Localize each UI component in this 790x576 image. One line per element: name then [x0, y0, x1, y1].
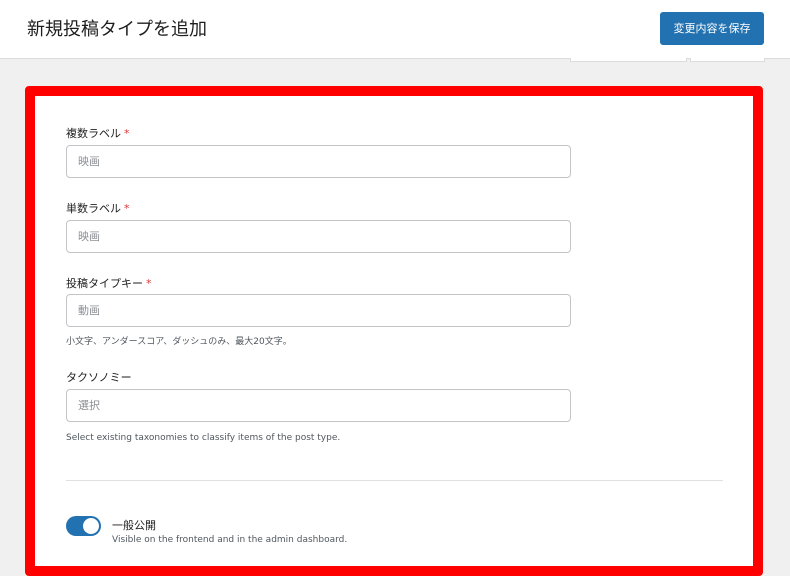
post-type-key-help: 小文字、アンダースコア、ダッシュのみ、最大20文字。 [66, 337, 292, 347]
required-marker: * [124, 127, 130, 140]
plural-label-title: 複数ラベル * [66, 125, 130, 141]
plural-label-input[interactable] [66, 145, 571, 178]
singular-label-text: 単数ラベル [66, 202, 121, 215]
hidden-tab [570, 58, 687, 62]
plural-label-text: 複数ラベル [66, 127, 121, 140]
hidden-tab [690, 58, 765, 62]
taxonomies-select[interactable] [66, 389, 571, 422]
required-marker: * [124, 202, 130, 215]
post-type-key-input[interactable] [66, 294, 571, 327]
post-type-key-text: 投稿タイプキー [66, 277, 143, 290]
public-toggle-label: 一般公開 [112, 519, 156, 532]
post-type-key-title: 投稿タイプキー * [66, 275, 152, 291]
singular-label-input[interactable] [66, 220, 571, 253]
taxonomies-label-text: タクソノミー [66, 371, 132, 384]
top-bar: 新規投稿タイプを追加 変更内容を保存 [0, 0, 790, 59]
divider [66, 480, 723, 481]
public-toggle-help: Visible on the frontend and in the admin… [112, 535, 348, 545]
page-title: 新規投稿タイプを追加 [27, 19, 207, 40]
toggle-knob [83, 518, 99, 534]
public-toggle[interactable] [66, 516, 101, 536]
post-type-settings-card: 複数ラベル* 単数ラベル* 投稿タイプキー* 小文字、アンダースコア、ダッシュの… [25, 86, 763, 576]
required-marker: * [146, 277, 152, 290]
save-changes-button[interactable]: 変更内容を保存 [660, 12, 764, 45]
singular-label-title: 単数ラベル * [66, 200, 130, 216]
taxonomies-help: Select existing taxonomies to classify i… [66, 433, 341, 443]
taxonomies-title: タクソノミー [66, 369, 132, 385]
